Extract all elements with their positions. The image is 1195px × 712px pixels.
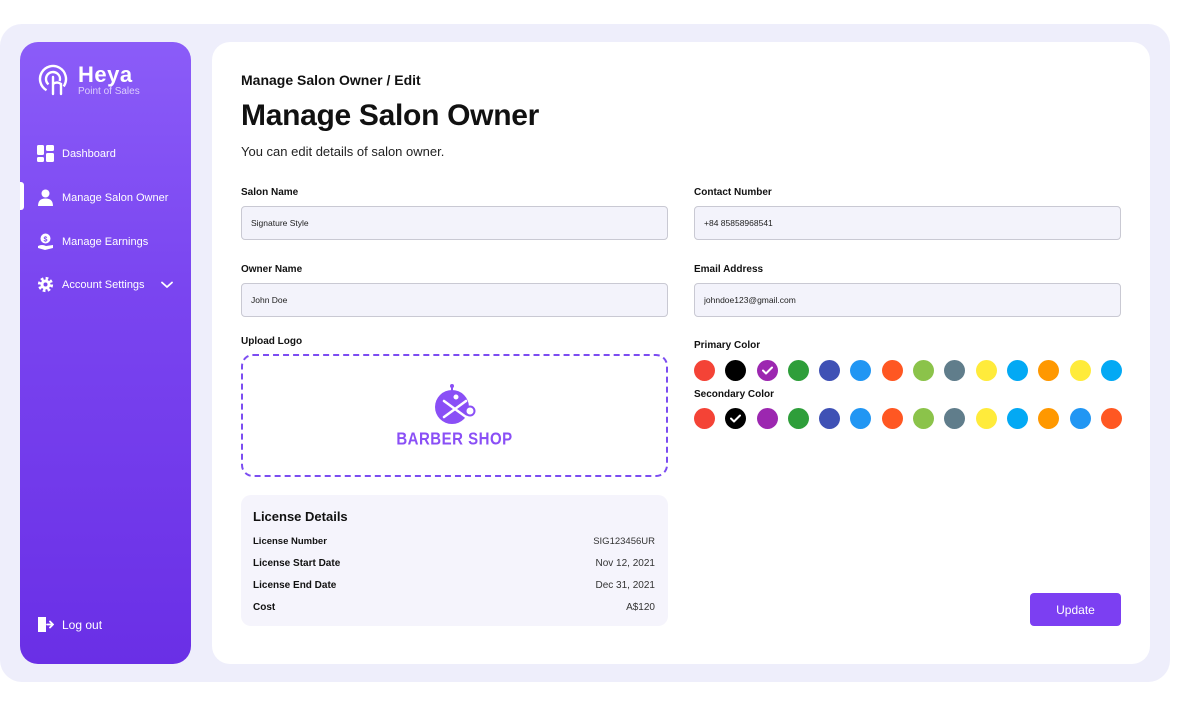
logout-button[interactable]: Log out xyxy=(37,616,102,633)
check-icon xyxy=(730,414,742,423)
sidebar-item-manage-salon-owner[interactable]: Manage Salon Owner xyxy=(37,189,168,206)
color-swatch[interactable] xyxy=(1006,408,1028,429)
license-start-label: License Start Date xyxy=(253,558,341,569)
email-address-label: Email Address xyxy=(694,264,764,275)
color-swatch[interactable] xyxy=(975,408,997,429)
user-icon xyxy=(38,189,53,206)
color-swatch[interactable] xyxy=(913,408,935,429)
main-panel: Manage Salon Owner / Edit Manage Salon O… xyxy=(212,42,1150,664)
sidebar-item-label: Manage Earnings xyxy=(62,235,149,248)
color-swatch[interactable] xyxy=(819,408,841,429)
logo-text: BARBER SHOP xyxy=(396,429,513,450)
color-swatch[interactable] xyxy=(1069,360,1091,381)
gear-icon xyxy=(37,276,54,293)
logout-label: Log out xyxy=(62,617,103,632)
dashboard-icon xyxy=(37,145,54,162)
color-swatch[interactable] xyxy=(944,408,966,429)
license-start-row: License Start Date Nov 12, 2021 xyxy=(253,558,655,569)
color-swatch[interactable] xyxy=(1100,360,1122,381)
license-end-value: Dec 31, 2021 xyxy=(595,580,656,591)
license-title: License Details xyxy=(253,509,348,524)
owner-name-input[interactable] xyxy=(241,283,668,317)
color-swatch[interactable] xyxy=(694,360,715,381)
sidebar-item-manage-earnings[interactable]: $ Manage Earnings xyxy=(37,233,148,250)
license-end-label: License End Date xyxy=(253,580,337,591)
license-number-row: License Number SIG123456UR xyxy=(253,536,655,547)
earnings-icon: $ xyxy=(38,233,53,250)
license-end-row: License End Date Dec 31, 2021 xyxy=(253,580,655,591)
cost-label: Cost xyxy=(253,602,276,613)
secondary-color-label: Secondary Color xyxy=(694,389,775,400)
brand: Heya Point of Sales xyxy=(38,64,140,98)
license-start-value: Nov 12, 2021 xyxy=(595,558,656,569)
color-swatch[interactable] xyxy=(1069,408,1091,429)
sidebar-item-label: Manage Salon Owner xyxy=(62,191,169,204)
color-swatch[interactable] xyxy=(756,360,778,381)
upload-logo-dropzone[interactable]: BARBER SHOP xyxy=(241,354,668,477)
color-swatch[interactable] xyxy=(1038,360,1060,381)
contact-number-input[interactable] xyxy=(694,206,1121,240)
cost-row: Cost A$120 xyxy=(253,602,655,613)
sidebar: Heya Point of Sales Dashboard Manage Sal… xyxy=(20,42,191,664)
brand-tagline: Point of Sales xyxy=(78,86,140,97)
contact-number-label: Contact Number xyxy=(694,187,772,198)
email-address-input[interactable] xyxy=(694,283,1121,317)
secondary-color-picker xyxy=(694,408,1122,429)
active-nav-marker xyxy=(20,182,24,210)
page-title: Manage Salon Owner xyxy=(241,99,539,132)
color-swatch[interactable] xyxy=(881,360,903,381)
license-number-value: SIG123456UR xyxy=(593,536,655,547)
color-swatch[interactable] xyxy=(975,360,997,381)
color-swatch[interactable] xyxy=(1100,408,1122,429)
license-details-card: License Details License Number SIG123456… xyxy=(241,495,668,626)
color-swatch[interactable] xyxy=(881,408,903,429)
sidebar-item-dashboard[interactable]: Dashboard xyxy=(37,145,116,162)
check-icon xyxy=(761,366,773,375)
salon-name-label: Salon Name xyxy=(241,187,299,198)
sidebar-item-label: Account Settings xyxy=(62,278,145,291)
color-swatch[interactable] xyxy=(850,408,872,429)
sidebar-item-label: Dashboard xyxy=(62,147,116,160)
color-swatch[interactable] xyxy=(819,360,841,381)
upload-logo-label: Upload Logo xyxy=(241,336,303,347)
update-button[interactable]: Update xyxy=(1030,593,1121,626)
color-swatch[interactable] xyxy=(756,408,778,429)
color-swatch[interactable] xyxy=(725,360,747,381)
color-swatch[interactable] xyxy=(725,408,747,429)
primary-color-picker xyxy=(694,360,1122,381)
color-swatch[interactable] xyxy=(787,408,809,429)
color-swatch[interactable] xyxy=(944,360,966,381)
svg-text:$: $ xyxy=(44,236,48,243)
barber-shop-logo-icon xyxy=(434,384,475,424)
brand-name: Heya xyxy=(78,62,133,87)
cost-value: A$120 xyxy=(626,602,655,613)
license-number-label: License Number xyxy=(253,536,327,547)
color-swatch[interactable] xyxy=(1038,408,1060,429)
sidebar-item-account-settings[interactable]: Account Settings xyxy=(37,276,173,293)
color-swatch[interactable] xyxy=(787,360,809,381)
page-subtitle: You can edit details of salon owner. xyxy=(241,144,445,159)
color-swatch[interactable] xyxy=(850,360,872,381)
touch-logo-icon xyxy=(38,64,68,96)
color-swatch[interactable] xyxy=(694,408,715,429)
color-swatch[interactable] xyxy=(1006,360,1028,381)
breadcrumb: Manage Salon Owner / Edit xyxy=(241,72,421,88)
salon-name-input[interactable] xyxy=(241,206,668,240)
chevron-down-icon[interactable] xyxy=(160,281,173,289)
color-swatch[interactable] xyxy=(913,360,935,381)
primary-color-label: Primary Color xyxy=(694,340,761,351)
owner-name-label: Owner Name xyxy=(241,264,303,275)
logout-icon xyxy=(38,617,54,632)
